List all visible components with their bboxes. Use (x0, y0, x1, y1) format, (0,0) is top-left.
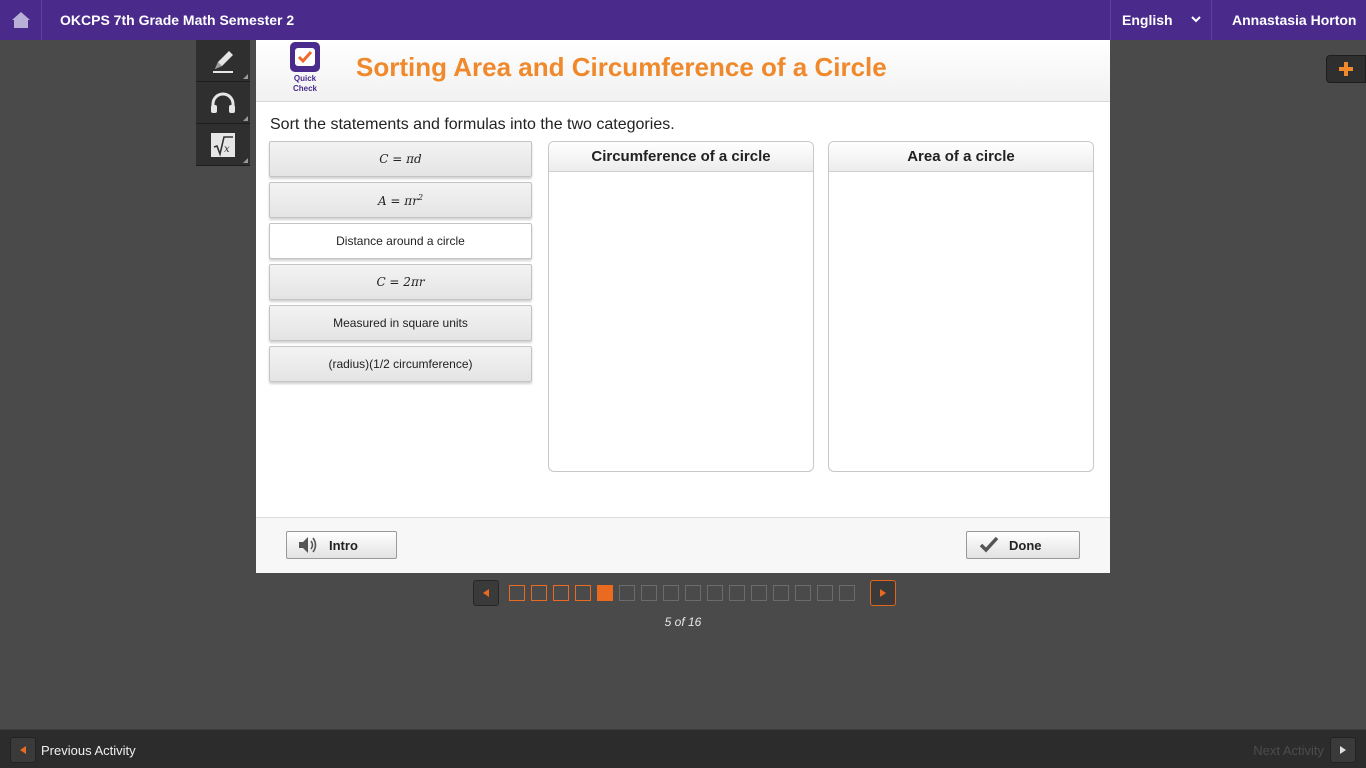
headphones-icon (211, 92, 235, 113)
pager-box[interactable] (553, 585, 569, 601)
audio-tool-button[interactable] (196, 82, 250, 124)
sortable-cards: C = πd A = πr2 Distance around a circle … (269, 141, 532, 387)
card-label: Measured in square units (333, 316, 468, 330)
pager-next-button[interactable] (870, 580, 896, 606)
speaker-icon (299, 537, 317, 553)
previous-activity-button[interactable]: Previous Activity (10, 737, 136, 763)
pager-box[interactable] (663, 585, 679, 601)
next-activity-arrow (1330, 737, 1356, 763)
pencil-tool-button[interactable] (196, 40, 250, 82)
pager-box[interactable] (575, 585, 591, 601)
pager-box[interactable] (619, 585, 635, 601)
triangle-left-icon (483, 589, 489, 597)
done-button[interactable]: Done (966, 531, 1080, 559)
card-label: Distance around a circle (336, 234, 465, 248)
pager-previous-button[interactable] (473, 580, 499, 606)
tool-expand-corner (243, 116, 248, 121)
pager-box-current[interactable] (597, 585, 613, 601)
activity-footer: Intro Done (256, 517, 1110, 573)
sort-card[interactable]: Distance around a circle (269, 223, 532, 259)
triangle-right-icon (880, 589, 886, 597)
pager-box[interactable] (641, 585, 657, 601)
sort-card[interactable]: (radius)(1/2 circumference) (269, 346, 532, 382)
next-activity-button[interactable]: Next Activity (1253, 737, 1356, 763)
language-selector[interactable]: English (1110, 0, 1211, 40)
card-label: A = πr2 (377, 192, 424, 208)
pager-box[interactable] (817, 585, 833, 601)
pager-box[interactable] (531, 585, 547, 601)
chevron-down-icon (1191, 16, 1201, 23)
tool-column: x (196, 40, 250, 166)
intro-label: Intro (329, 537, 358, 553)
math-tool-button[interactable]: x (196, 124, 250, 166)
tool-expand-corner (243, 74, 248, 79)
plus-icon (1339, 62, 1353, 76)
course-title: OKCPS 7th Grade Math Semester 2 (60, 12, 295, 28)
pager-boxes (509, 585, 861, 601)
home-button[interactable] (0, 0, 42, 40)
circumference-bin-title: Circumference of a circle (549, 142, 813, 172)
circumference-drop-zone[interactable]: Circumference of a circle (548, 141, 814, 472)
sort-card[interactable]: Measured in square units (269, 305, 532, 341)
triangle-left-icon (20, 746, 26, 754)
svg-text:x: x (224, 144, 230, 155)
activity-header: Quick Check Sorting Area and Circumferen… (256, 40, 1110, 102)
top-bar: OKCPS 7th Grade Math Semester 2 English … (0, 0, 1366, 40)
activity-panel: Quick Check Sorting Area and Circumferen… (256, 40, 1110, 573)
instructions-text: Sort the statements and formulas into th… (270, 116, 675, 133)
pager-box[interactable] (751, 585, 767, 601)
page-count: 5 of 16 (664, 615, 702, 629)
user-menu[interactable]: Annastasia Horton (1211, 0, 1366, 40)
previous-activity-arrow (10, 737, 36, 763)
quick-check-badge (290, 42, 320, 72)
area-bin-title: Area of a circle (829, 142, 1093, 172)
tool-expand-corner (243, 158, 248, 163)
area-drop-zone[interactable]: Area of a circle (828, 141, 1094, 472)
activity-pager (473, 580, 896, 606)
pager-box[interactable] (509, 585, 525, 601)
pager-box[interactable] (773, 585, 789, 601)
pager-box[interactable] (707, 585, 723, 601)
expand-panel-button[interactable] (1326, 55, 1366, 83)
pencil-icon (213, 50, 233, 73)
previous-activity-label: Previous Activity (41, 742, 136, 758)
sort-card[interactable]: A = πr2 (269, 182, 532, 218)
card-label: (radius)(1/2 circumference) (328, 357, 473, 371)
card-label: C = 2πr (376, 275, 425, 289)
triangle-right-icon (1340, 746, 1346, 754)
sort-card[interactable]: C = πd (269, 141, 532, 177)
activity-title: Sorting Area and Circumference of a Circ… (356, 52, 887, 82)
checkmark-icon (295, 48, 315, 66)
bottom-bar: Previous Activity Next Activity (0, 729, 1366, 768)
sort-card[interactable]: C = 2πr (269, 264, 532, 300)
checkmark-icon (979, 536, 999, 553)
intro-button[interactable]: Intro (286, 531, 397, 559)
done-label: Done (1009, 537, 1042, 553)
pager-box[interactable] (795, 585, 811, 601)
home-icon (11, 12, 30, 28)
next-activity-label: Next Activity (1253, 742, 1324, 758)
card-label: C = πd (379, 152, 422, 166)
pager-box[interactable] (729, 585, 745, 601)
pager-box[interactable] (685, 585, 701, 601)
pager-box[interactable] (839, 585, 855, 601)
square-root-icon: x (211, 132, 235, 157)
language-label: English (1122, 12, 1173, 28)
quick-check-label: Quick Check (292, 74, 317, 93)
